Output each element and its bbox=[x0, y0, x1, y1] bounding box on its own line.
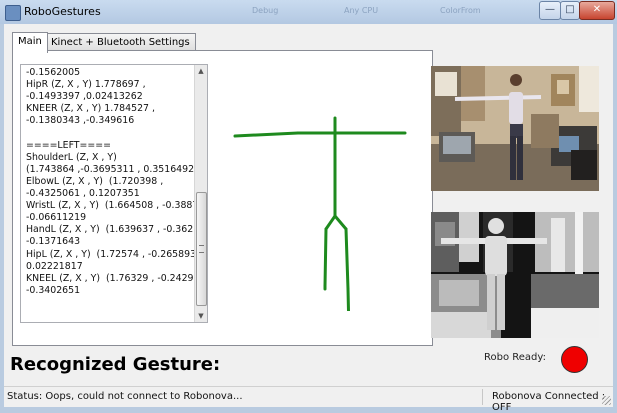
joint-log-line: -0.1562005 bbox=[26, 67, 81, 79]
joint-log-line: KNEER (Z, X , Y) 1.784527 , bbox=[26, 103, 155, 115]
robonova-connection-status: Robonova Connected : OFF bbox=[492, 391, 606, 413]
skeleton-shin-right bbox=[346, 287, 351, 311]
minimize-button[interactable]: — bbox=[539, 1, 561, 20]
grip-icon bbox=[199, 245, 204, 253]
scroll-down-arrow-icon[interactable]: ▼ bbox=[195, 310, 207, 322]
close-button[interactable]: ✕ bbox=[579, 1, 615, 20]
ghost-label-debug: Debug bbox=[252, 6, 279, 15]
ghost-label-cpu: Any CPU bbox=[344, 6, 379, 15]
skeleton-hip-left bbox=[324, 214, 337, 231]
window-title: RoboGestures bbox=[24, 5, 101, 18]
joint-log-line: -0.1493397 ,0.02413262 bbox=[26, 91, 143, 103]
skeleton-arm-right bbox=[233, 131, 300, 138]
ghost-label-colorfrom: ColorFrom bbox=[440, 6, 481, 15]
scroll-thumb[interactable] bbox=[196, 192, 207, 306]
joint-log-line: KNEEL (Z, X , Y) (1.76329 , -0.2429939 , bbox=[26, 272, 208, 284]
tab-main[interactable]: Main bbox=[12, 32, 48, 53]
joint-log-line: WristL (Z, X , Y) (1.664508 , -0.3887744… bbox=[26, 200, 208, 212]
skeleton-hip-right bbox=[333, 214, 348, 231]
joint-log-line: -0.1371643 bbox=[26, 236, 81, 248]
depth-camera-view bbox=[431, 212, 599, 338]
recognized-gesture-label: Recognized Gesture: bbox=[10, 354, 221, 375]
robo-ready-label: Robo Ready: bbox=[484, 352, 546, 363]
joint-log-line: HandL (Z, X , Y) (1.639637 , -0.3627077 … bbox=[26, 224, 208, 236]
joint-log-line: ShoulderL (Z, X , Y) bbox=[26, 151, 117, 163]
joint-log-line: HipR (Z, X , Y) 1.778697 , bbox=[26, 79, 146, 91]
skeleton-thigh-right bbox=[344, 227, 350, 291]
joint-log-line: -0.06611219 bbox=[26, 212, 87, 224]
joint-log-line: -0.3402651 bbox=[26, 284, 81, 296]
joint-log-line bbox=[26, 128, 193, 140]
joint-log-line: ====LEFT==== bbox=[26, 139, 111, 151]
skeleton-thigh-left bbox=[323, 227, 328, 288]
scroll-up-arrow-icon[interactable]: ▲ bbox=[195, 65, 207, 77]
status-separator bbox=[482, 389, 483, 405]
status-message: Status: Oops, could not connect to Robon… bbox=[7, 391, 243, 402]
joint-log-line: 0.02221817 bbox=[26, 260, 83, 272]
skeleton-canvas bbox=[233, 116, 407, 311]
app-icon bbox=[5, 5, 21, 21]
title-bar: RoboGestures Debug Any CPU ColorFrom — □… bbox=[0, 0, 617, 24]
joint-log-line: (1.743864 ,-0.3695311 , 0.3516492 bbox=[26, 163, 195, 175]
joint-log-textarea[interactable]: HandR (Z, X , Y) (1.688844 , 0.6172939 ,… bbox=[20, 64, 208, 323]
status-bar: Status: Oops, could not connect to Robon… bbox=[4, 386, 613, 413]
joint-log-line: HipL (Z, X , Y) (1.72574 , -0.2658934 , bbox=[26, 248, 208, 260]
joint-log-text: HandR (Z, X , Y) (1.688844 , 0.6172939 ,… bbox=[26, 65, 208, 297]
joint-log-scrollbar[interactable]: ▲ ▼ bbox=[194, 65, 207, 322]
joint-log-line: -0.1380343 ,-0.349616 bbox=[26, 115, 135, 127]
maximize-button[interactable]: □ bbox=[560, 1, 580, 20]
resize-grip-icon[interactable] bbox=[602, 396, 611, 405]
rgb-camera-view bbox=[431, 66, 599, 191]
robo-ready-indicator bbox=[561, 346, 588, 373]
joint-log-line: ElbowL (Z, X , Y) (1.720398 , bbox=[26, 175, 164, 187]
client-area: Main Kinect + Bluetooth Settings HandR (… bbox=[4, 24, 613, 388]
main-tab-panel: HandR (Z, X , Y) (1.688844 , 0.6172939 ,… bbox=[12, 50, 433, 346]
joint-log-line: -0.4325061 , 0.1207351 bbox=[26, 188, 140, 200]
